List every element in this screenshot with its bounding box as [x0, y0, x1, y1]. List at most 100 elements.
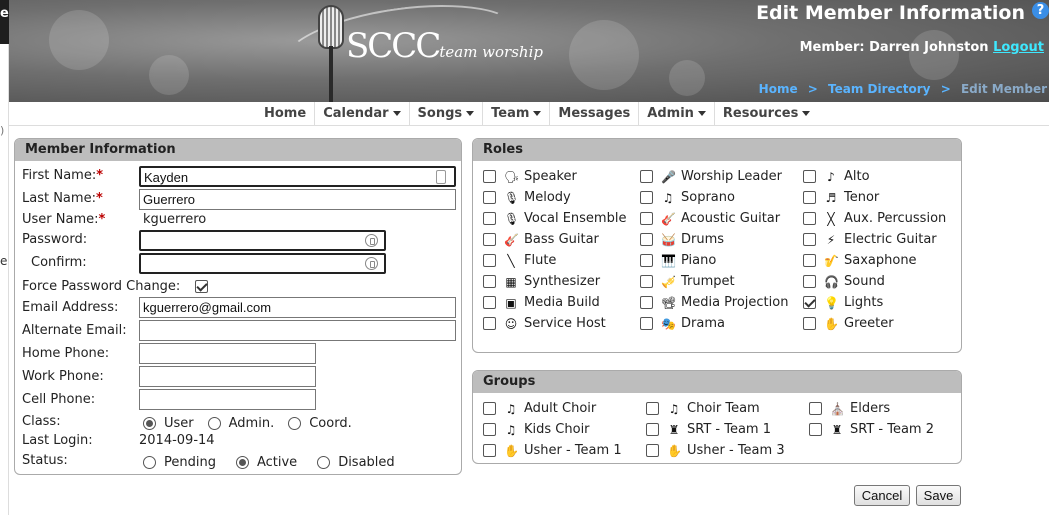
group-checkbox-kids-choir[interactable] — [483, 423, 496, 436]
role-item-trumpet[interactable]: 🎺 Trumpet — [640, 271, 735, 292]
class-user-radio[interactable] — [143, 417, 156, 430]
role-checkbox-bass-guitar[interactable] — [483, 233, 496, 246]
group-item-kids-choir[interactable]: ♫ Kids Choir — [483, 419, 590, 440]
role-item-electric-guitar[interactable]: ⚡ Electric Guitar — [803, 229, 937, 250]
home-phone-field[interactable] — [139, 343, 316, 364]
role-checkbox-soprano[interactable] — [640, 191, 653, 204]
role-item-soprano[interactable]: ♫ Soprano — [640, 187, 735, 208]
group-checkbox-usher-team-1[interactable] — [483, 444, 496, 457]
role-checkbox-saxaphone[interactable] — [803, 254, 816, 267]
role-item-alto[interactable]: ♪ Alto — [803, 166, 870, 187]
role-checkbox-media-build[interactable] — [483, 296, 496, 309]
role-checkbox-flute[interactable] — [483, 254, 496, 267]
group-item-elders[interactable]: ⛪ Elders — [809, 398, 890, 419]
role-checkbox-alto[interactable] — [803, 170, 816, 183]
role-checkbox-melody[interactable] — [483, 191, 496, 204]
class-coord-radio[interactable] — [288, 417, 302, 430]
role-item-drums[interactable]: 🥁 Drums — [640, 229, 724, 250]
group-item-choir-team[interactable]: ♫ Choir Team — [646, 398, 760, 419]
role-item-tenor[interactable]: ♬ Tenor — [803, 187, 879, 208]
role-checkbox-drama[interactable] — [640, 317, 653, 330]
role-item-service-host[interactable]: ☺ Service Host — [483, 313, 606, 334]
status-active-radio[interactable] — [235, 456, 249, 469]
role-checkbox-media-projection[interactable] — [640, 296, 653, 309]
password-field[interactable] — [139, 230, 386, 251]
group-checkbox-usher-team-3[interactable] — [646, 444, 659, 457]
confirm-password-field[interactable] — [139, 253, 386, 274]
group-checkbox-choir-team[interactable] — [646, 402, 659, 415]
role-item-worship-leader[interactable]: 🎤 Worship Leader — [640, 166, 782, 187]
logout-link[interactable]: Logout — [993, 40, 1044, 55]
group-item-usher-team-1[interactable]: ✋ Usher - Team 1 — [483, 440, 622, 461]
role-item-drama[interactable]: 🎭 Drama — [640, 313, 725, 334]
last-name-field[interactable]: Guerrero — [139, 189, 456, 210]
class-admin-radio[interactable] — [207, 417, 221, 430]
nav-resources[interactable]: Resources — [715, 102, 818, 126]
role-checkbox-piano[interactable] — [640, 254, 653, 267]
nav-calendar[interactable]: Calendar — [315, 102, 410, 126]
group-item-usher-team-3[interactable]: ✋ Usher - Team 3 — [646, 440, 785, 461]
role-item-media-projection[interactable]: 📽 Media Projection — [640, 292, 788, 313]
force-password-change-checkbox[interactable] — [195, 280, 208, 293]
dropdown-caret-icon — [466, 111, 475, 116]
role-checkbox-acoustic-guitar[interactable] — [640, 212, 653, 225]
group-checkbox-adult-choir[interactable] — [483, 402, 496, 415]
role-checkbox-tenor[interactable] — [803, 191, 816, 204]
cell-phone-field[interactable] — [139, 389, 316, 410]
group-checkbox-srt-team-2[interactable] — [809, 423, 822, 436]
group-checkbox-srt-team-1[interactable] — [646, 423, 659, 436]
role-checkbox-drums[interactable] — [640, 233, 653, 246]
role-checkbox-sound[interactable] — [803, 275, 816, 288]
work-phone-field[interactable] — [139, 366, 316, 387]
save-button[interactable]: Save — [916, 485, 961, 506]
role-item-flute[interactable]: ╲ Flute — [483, 250, 556, 271]
role-label-bass-guitar: Bass Guitar — [524, 232, 599, 247]
role-item-melody[interactable]: 🎙 Melody — [483, 187, 571, 208]
email-field[interactable]: kguerrero@gmail.com — [139, 297, 456, 318]
role-label-synthesizer: Synthesizer — [524, 274, 601, 289]
role-checkbox-speaker[interactable] — [483, 170, 496, 183]
nav-messages[interactable]: Messages — [550, 102, 640, 126]
role-item-piano[interactable]: 🎹 Piano — [640, 250, 716, 271]
role-checkbox-vocal-ensemble[interactable] — [483, 212, 496, 225]
help-icon[interactable]: ? — [1032, 2, 1049, 19]
site-logo[interactable]: SCCCteam worship — [346, 26, 543, 66]
group-checkbox-elders[interactable] — [809, 402, 822, 415]
role-item-media-build[interactable]: ▣ Media Build — [483, 292, 600, 313]
breadcrumb-team-directory[interactable]: Team Directory — [828, 82, 930, 96]
role-item-aux-percussion[interactable]: ╳ Aux. Percussion — [803, 208, 946, 229]
status-pending-radio[interactable] — [143, 456, 156, 469]
group-item-adult-choir[interactable]: ♫ Adult Choir — [483, 398, 596, 419]
role-checkbox-service-host[interactable] — [483, 317, 496, 330]
role-item-speaker[interactable]: 🗣 Speaker — [483, 166, 577, 187]
role-item-bass-guitar[interactable]: 🎸 Bass Guitar — [483, 229, 599, 250]
alternate-email-field[interactable] — [139, 320, 456, 341]
nav-home[interactable]: Home — [256, 102, 316, 126]
role-checkbox-aux-percussion[interactable] — [803, 212, 816, 225]
role-item-vocal-ensemble[interactable]: 🎙 Vocal Ensemble — [483, 208, 626, 229]
role-checkbox-lights[interactable] — [803, 296, 816, 309]
role-checkbox-electric-guitar[interactable] — [803, 233, 816, 246]
role-item-acoustic-guitar[interactable]: 🎸 Acoustic Guitar — [640, 208, 780, 229]
role-item-sound[interactable]: 🎧 Sound — [803, 271, 885, 292]
breadcrumb-home[interactable]: Home — [759, 82, 798, 96]
reveal-password-icon[interactable] — [365, 257, 378, 270]
role-checkbox-worship-leader[interactable] — [640, 170, 653, 183]
first-name-field[interactable]: Kayden — [139, 166, 456, 187]
group-item-srt-team-2[interactable]: ♜ SRT - Team 2 — [809, 419, 934, 440]
role-checkbox-synthesizer[interactable] — [483, 275, 496, 288]
role-checkbox-trumpet[interactable] — [640, 275, 653, 288]
role-item-synthesizer[interactable]: ▦ Synthesizer — [483, 271, 600, 292]
role-checkbox-greeter[interactable] — [803, 317, 816, 330]
role-item-greeter[interactable]: ✋ Greeter — [803, 313, 894, 334]
group-item-srt-team-1[interactable]: ♜ SRT - Team 1 — [646, 419, 771, 440]
nav-songs[interactable]: Songs — [410, 102, 484, 126]
cancel-button[interactable]: Cancel — [854, 485, 910, 506]
reveal-password-icon[interactable] — [365, 234, 378, 247]
nav-team[interactable]: Team — [483, 102, 551, 126]
role-item-saxaphone[interactable]: 🎷 Saxaphone — [803, 250, 917, 271]
status-disabled-radio[interactable] — [317, 456, 331, 469]
role-item-lights[interactable]: 💡 Lights — [803, 292, 883, 313]
nav-admin[interactable]: Admin — [639, 102, 715, 126]
password-manager-icon[interactable] — [436, 170, 446, 184]
